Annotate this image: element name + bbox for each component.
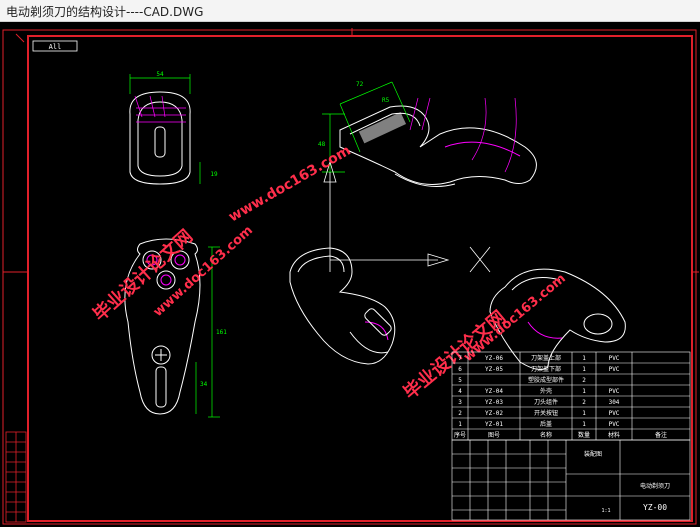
bom-cell-material: PVC	[609, 421, 620, 428]
window-title: 电动剃须刀的结构设计----CAD.DWG	[6, 5, 204, 19]
bom-cell-code: YZ-04	[485, 388, 503, 395]
bom-cell-no: 2	[458, 410, 462, 417]
watermark-1-text: 毕业设计论文网	[89, 225, 197, 326]
window-title-bar: 电动剃须刀的结构设计----CAD.DWG	[0, 0, 700, 22]
bom-rows: 7 YZ-06 刀架盖上部 1 PVC 6 YZ-05 刀架盖下部 1 PVC 5 塑胶成型部件 2 4 Y…	[454, 354, 667, 439]
dim-side-height: 48	[318, 141, 326, 148]
bom-cell-name: 后盖	[540, 420, 552, 428]
bom-cell-material: 304	[609, 399, 620, 406]
iso-view-front	[289, 247, 396, 365]
watermark-2-url: www.doc163.com	[226, 142, 354, 225]
bom-cell-material: PVC	[609, 355, 620, 362]
bom-cell-code: YZ-01	[485, 421, 503, 428]
bom-cell-qty: 1	[582, 410, 586, 417]
bom-cell-no: 1	[458, 421, 462, 428]
bom-header-cell: 数量	[578, 431, 590, 439]
bom-header-cell: 材料	[608, 431, 620, 439]
dim-side-angle: R5	[382, 97, 390, 104]
side-view	[339, 105, 537, 187]
bom-cell-qty: 1	[582, 421, 586, 428]
title-scale: 1:1	[601, 508, 610, 514]
dim-side-len: 72	[356, 81, 364, 88]
bom-cell-qty: 2	[582, 377, 586, 384]
bom-cell-material: PVC	[609, 410, 620, 417]
cad-drawing-canvas[interactable]: All 54 19 161 34 48 72 R5 毕业设计论文网 www.do…	[0, 22, 700, 527]
bom-cell-no: 7	[458, 355, 462, 362]
top-view	[129, 91, 191, 185]
title-assembly: 装配图	[584, 450, 602, 458]
bom-cell-code: YZ-02	[485, 410, 503, 417]
bom-cell-name: 刀架盖下部	[531, 365, 561, 373]
bom-cell-name: 外壳	[540, 387, 552, 395]
bom-cell-code: YZ-03	[485, 399, 503, 406]
bom-cell-name: 塑胶成型部件	[528, 376, 564, 384]
dim-front-height: 161	[216, 329, 227, 336]
title-product: 电动剃须刀	[640, 482, 670, 490]
bom-header-cell: 名称	[540, 431, 552, 439]
bom-cell-no: 4	[458, 388, 462, 395]
fold-marks	[3, 28, 699, 273]
bom-cell-qty: 2	[582, 399, 586, 406]
bom-cell-name: 开关按钮	[534, 409, 558, 417]
bom-cell-code: YZ-05	[485, 366, 503, 373]
dim-front-sub: 34	[200, 381, 208, 388]
bom-cell-name: 刀头组件	[534, 398, 558, 406]
dim-top-height: 19	[210, 171, 218, 178]
bom-cell-material: PVC	[609, 366, 620, 373]
cad-drawing: All 54 19 161 34 48 72 R5 毕业设计论文网 www.do…	[2, 28, 699, 525]
outer-frame	[2, 29, 697, 525]
bom-cell-no: 3	[458, 399, 462, 406]
bom-cell-no: 6	[458, 366, 462, 373]
title-drawing-no: YZ-00	[643, 503, 667, 512]
bom-header-cell: 序号	[454, 431, 466, 439]
dim-top-width: 54	[156, 71, 164, 78]
bom-header-cell: 备注	[655, 431, 667, 439]
bom-cell-qty: 1	[582, 366, 586, 373]
bom-cell-qty: 1	[582, 388, 586, 395]
bom-header-cell: 图号	[488, 432, 500, 439]
bom-cell-no: 5	[458, 377, 462, 384]
layer-label: All	[49, 43, 62, 51]
bom-cell-material: PVC	[609, 388, 620, 395]
revision-strip	[5, 431, 27, 523]
bom-cell-code: YZ-06	[485, 355, 503, 362]
bom-cell-qty: 1	[582, 355, 586, 362]
bom-cell-name: 刀架盖上部	[531, 354, 561, 362]
side-view-leaders	[409, 97, 517, 173]
